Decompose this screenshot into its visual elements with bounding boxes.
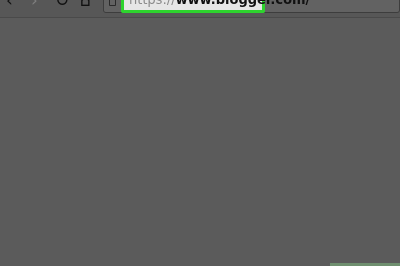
forward-arrow-icon[interactable]: › xyxy=(31,0,38,10)
browser-toolbar: ‹ › ↻ ⌂ https://www.blogger.com/ xyxy=(0,0,400,18)
page-content-area xyxy=(0,18,400,266)
url-highlight-box[interactable]: https://www.blogger.com/ xyxy=(121,0,310,13)
url-prefix: https:// xyxy=(129,0,176,8)
url-text[interactable]: https://www.blogger.com/ xyxy=(129,0,310,9)
reload-icon[interactable]: ↻ xyxy=(55,0,69,10)
home-icon[interactable]: ⌂ xyxy=(80,0,91,10)
page-icon xyxy=(109,0,116,6)
back-arrow-icon[interactable]: ‹ xyxy=(6,0,13,10)
url-main: www.blogger.com/ xyxy=(175,0,311,8)
